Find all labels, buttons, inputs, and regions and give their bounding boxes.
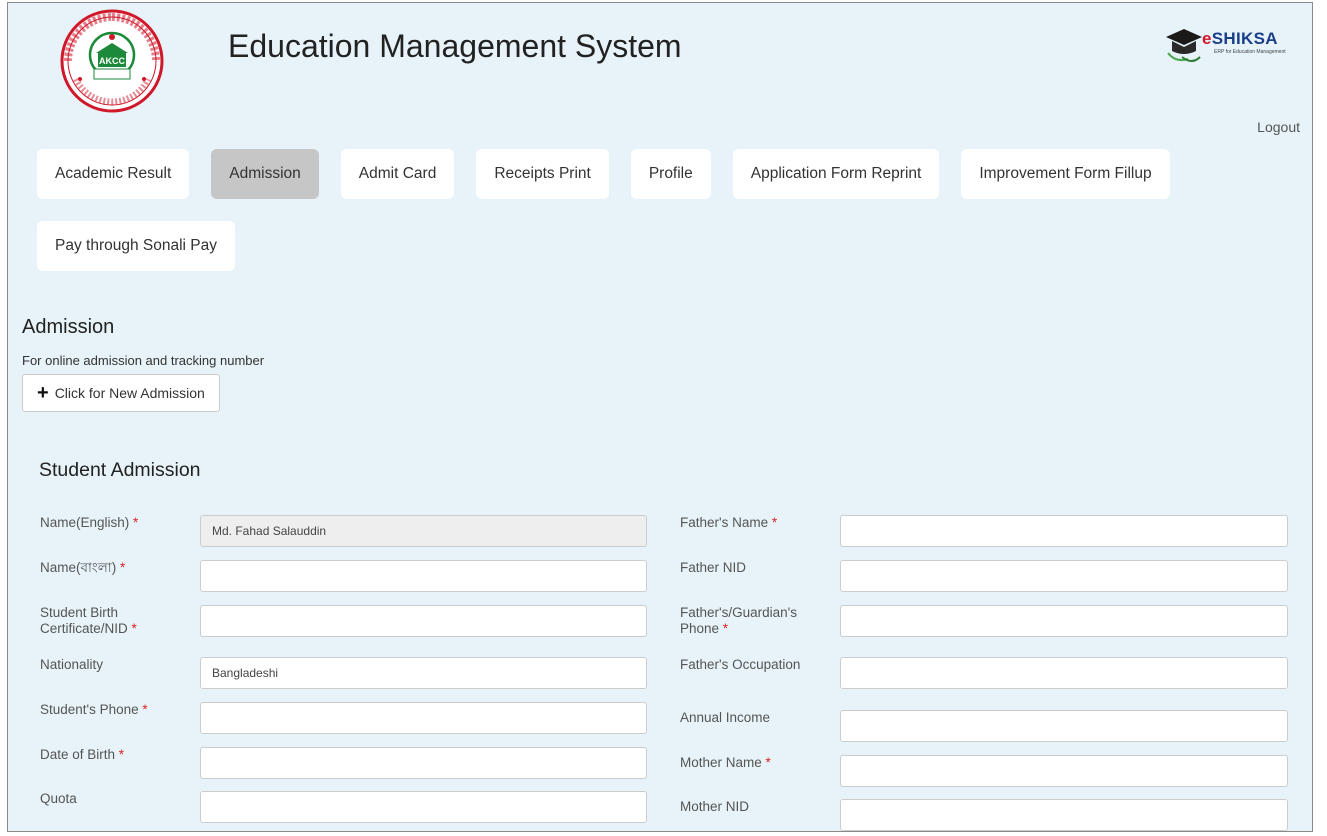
input-date-of-birth[interactable] [200,747,647,779]
label-text: Annual Income [680,710,771,725]
input-student-birth-certificate-nid[interactable] [200,605,647,637]
graduation-cap-icon [1166,29,1202,62]
nav-tab-improvement-form-fillup[interactable]: Improvement Form Fillup [961,149,1170,199]
label-father-s-guardian-s-phone: Father's/Guardian's Phone * [680,605,830,637]
label-text: Mother NID [680,799,750,814]
app-title: Education Management System [228,28,682,64]
nav-tab-academic-result[interactable]: Academic Result [37,149,190,199]
section-subtitle: For online admission and tracking number [22,353,265,368]
nav-tab-admission[interactable]: Admission [211,149,319,199]
plus-icon: + [37,382,49,404]
label-student-s-phone: Student's Phone * [40,702,190,718]
label-text: Name(English) [40,515,130,530]
nav-tab-admit-card[interactable]: Admit Card [340,149,455,199]
label-text: Mother Name [680,755,762,770]
label-text: Father NID [680,560,747,575]
input-nationality[interactable] [200,657,647,689]
label-text: Quota [40,791,77,806]
required-marker: * [719,621,729,636]
label-text: Father's Name [680,515,769,530]
label-annual-income: Annual Income [680,710,830,726]
label-name: Name(বাংলা) * [40,560,190,576]
label-text: Father's Occupation [680,657,801,672]
nav-tab-application-form-reprint[interactable]: Application Form Reprint [732,149,940,199]
required-marker: * [129,515,139,530]
label-quota: Quota [40,791,190,807]
input-mother-name[interactable] [840,755,1288,787]
label-student-birth-certificate-nid: Student Birth Certificate/NID * [40,605,190,637]
new-admission-label: Click for New Admission [54,385,205,401]
required-marker: * [116,560,126,575]
label-date-of-birth: Date of Birth * [40,747,190,763]
nav-row-1: Academic Result Admission Admit Card Receip… [37,149,1277,199]
input-father-nid[interactable] [840,560,1288,592]
label-name-english: Name(English) * [40,515,190,531]
nav-tab-receipts-print[interactable]: Receipts Print [476,149,609,199]
input-father-s-guardian-s-phone[interactable] [840,605,1288,637]
input-name-english[interactable] [200,515,647,547]
section-title: Admission [22,316,115,338]
label-text: Name(বাংলা) [40,560,117,575]
input-father-s-occupation[interactable] [840,657,1288,689]
brand-tagline: ERP for Education Management [1214,49,1286,55]
required-marker: * [138,702,148,717]
label-text: Date of Birth [40,747,116,762]
logout-link[interactable]: Logout [1257,119,1300,135]
label-text: Father's/Guardian's Phone [680,605,797,636]
input-student-s-phone[interactable] [200,702,647,734]
label-father-s-occupation: Father's Occupation [680,657,830,673]
nav-row-2: Pay through Sonali Pay [37,221,1277,271]
required-marker: * [127,621,137,636]
label-father-nid: Father NID [680,560,830,576]
eshiksa-brand-logo: eSHIKSA ERP for Education Management [1162,23,1302,67]
form-title: Student Admission [39,459,201,481]
required-marker: * [115,747,125,762]
input-name[interactable] [200,560,647,592]
label-nationality: Nationality [40,657,190,673]
input-quota[interactable] [200,791,647,823]
nav-tab-profile[interactable]: Profile [630,149,711,199]
input-mother-nid[interactable] [840,799,1288,831]
label-text: Student Birth Certificate/NID [40,605,128,636]
brand-name: eSHIKSA [1202,29,1278,48]
main-nav: Academic Result Admission Admit Card Receip… [37,149,1277,293]
input-annual-income[interactable] [840,710,1288,742]
label-text: Student's Phone [40,702,139,717]
app-window: AKCC Education Management System eSHIKSA… [7,2,1313,832]
nav-tab-pay-through-sonali-pay[interactable]: Pay through Sonali Pay [37,221,235,271]
label-text: Nationality [40,657,104,672]
new-admission-button[interactable]: + Click for New Admission [22,374,220,412]
label-mother-nid: Mother NID [680,799,830,815]
label-father-s-name: Father's Name * [680,515,830,531]
college-logo: AKCC [50,9,174,113]
required-marker: * [761,755,771,770]
required-marker: * [768,515,778,530]
input-father-s-name[interactable] [840,515,1288,547]
label-mother-name: Mother Name * [680,755,830,771]
logo-initials: AKCC [99,56,125,66]
